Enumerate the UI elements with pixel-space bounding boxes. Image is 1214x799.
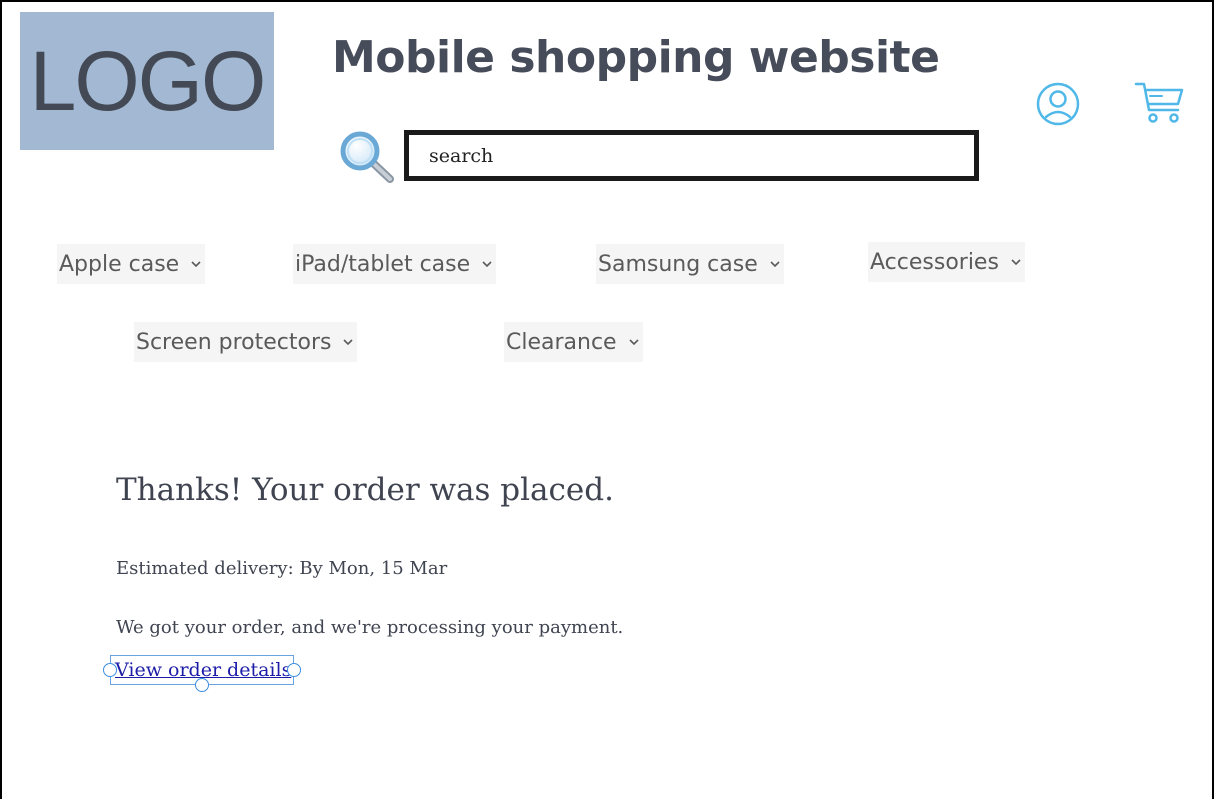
- estimated-delivery: Estimated delivery: By Mon, 15 Mar: [116, 558, 448, 579]
- account-icon[interactable]: [1034, 80, 1082, 128]
- search-input[interactable]: [404, 130, 979, 181]
- logo-text: LOGO: [29, 34, 267, 128]
- processing-message: We got your order, and we're processing …: [116, 617, 624, 638]
- chevron-down-icon: [191, 261, 201, 268]
- view-order-details-selection: View order details: [103, 655, 301, 692]
- nav-item-label: Screen protectors: [136, 329, 332, 355]
- logo[interactable]: LOGO: [20, 12, 274, 150]
- nav-item-apple-case[interactable]: Apple case: [57, 244, 206, 284]
- resize-handle-right[interactable]: [287, 663, 301, 677]
- nav-item-label: Apple case: [59, 251, 180, 277]
- chevron-down-icon: [629, 339, 639, 346]
- site-title: Mobile shopping website: [332, 32, 940, 83]
- nav-item-label: Clearance: [506, 329, 617, 355]
- nav-item-label: Accessories: [870, 249, 999, 275]
- chevron-down-icon: [482, 261, 492, 268]
- nav-item-label: Samsung case: [598, 251, 758, 277]
- resize-handle-left[interactable]: [103, 663, 117, 677]
- nav-item-screen-protectors[interactable]: Screen protectors: [134, 322, 358, 362]
- nav-item-accessories[interactable]: Accessories: [868, 242, 1025, 282]
- nav-item-samsung-case[interactable]: Samsung case: [596, 244, 784, 284]
- chevron-down-icon: [343, 339, 354, 346]
- chevron-down-icon: [1011, 259, 1021, 266]
- search-icon[interactable]: [338, 130, 396, 184]
- nav-item-label: iPad/tablet case: [295, 251, 471, 277]
- cart-icon[interactable]: [1134, 80, 1186, 124]
- nav-item-ipad-tablet-case[interactable]: iPad/tablet case: [293, 244, 497, 284]
- nav-item-clearance[interactable]: Clearance: [504, 322, 643, 362]
- order-confirmation-title: Thanks! Your order was placed.: [116, 472, 614, 508]
- resize-handle-bottom[interactable]: [195, 678, 209, 692]
- chevron-down-icon: [770, 261, 780, 268]
